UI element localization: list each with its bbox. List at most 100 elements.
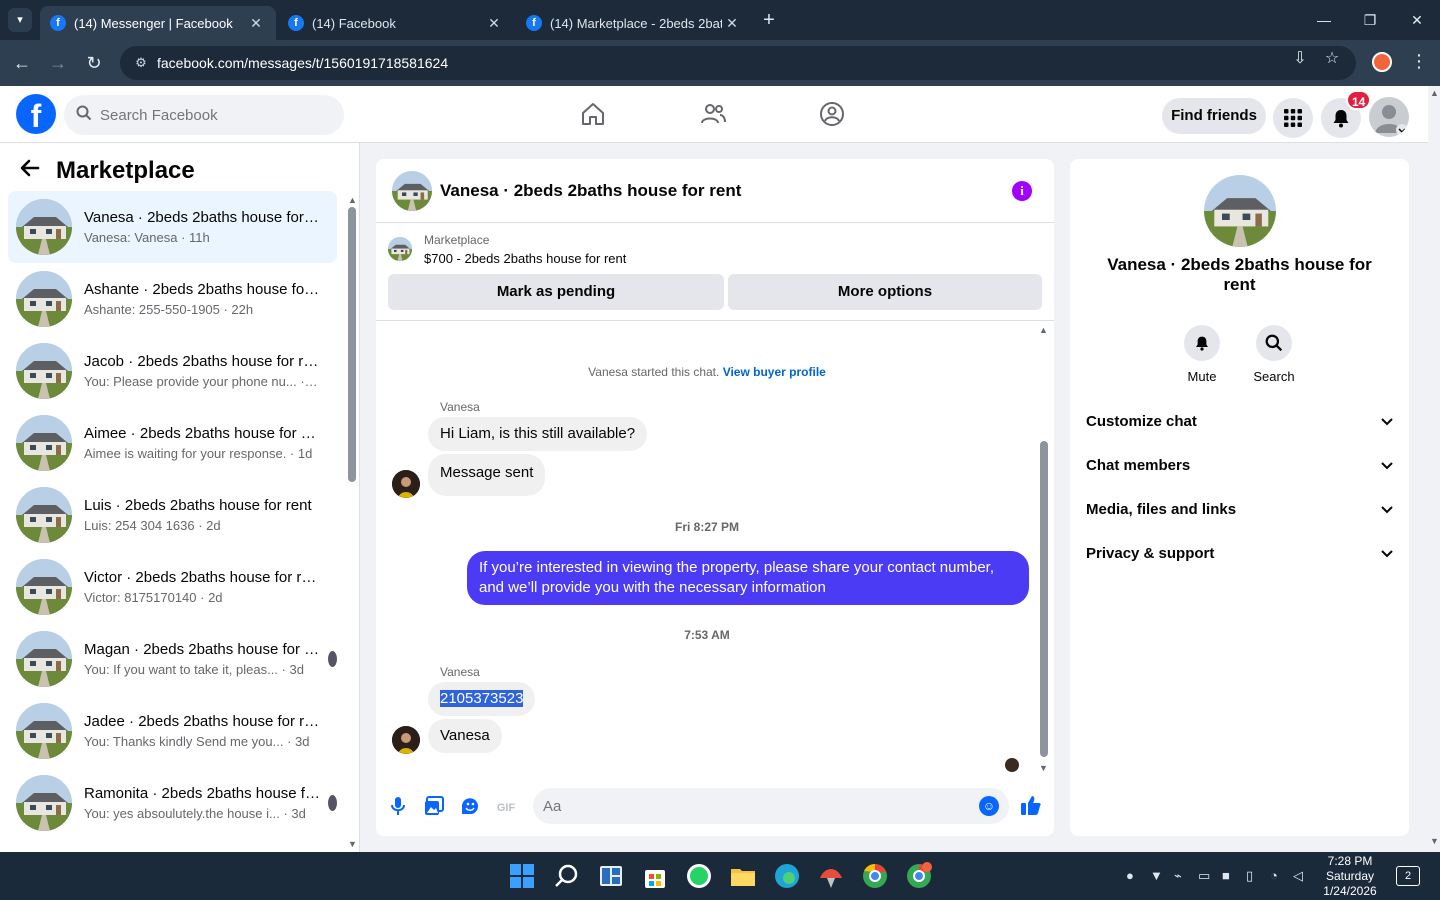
- close-tab-icon[interactable]: ✕: [246, 15, 266, 32]
- find-friends-button[interactable]: Find friends: [1162, 98, 1266, 134]
- sidebar-scroll-down-icon[interactable]: ▼: [348, 839, 357, 849]
- listing-thumbnail: [16, 487, 72, 543]
- search-input[interactable]: [100, 106, 330, 124]
- message-bubble-incoming[interactable]: Hi Liam, is this still available?: [428, 417, 648, 451]
- message-bubble-incoming[interactable]: Vanesa: [428, 719, 502, 753]
- conversation-item[interactable]: Victor · 2beds 2baths house for rent Vict…: [8, 551, 337, 623]
- reload-icon[interactable]: ↻: [82, 51, 106, 75]
- tab-facebook[interactable]: f (14) Facebook ✕: [278, 6, 514, 40]
- sender-avatar[interactable]: [392, 470, 420, 498]
- browser-profile-icon[interactable]: [1372, 52, 1392, 72]
- edge-browser-icon[interactable]: [773, 862, 801, 890]
- microsoft-store-icon[interactable]: [641, 862, 669, 890]
- app-icon[interactable]: [817, 862, 845, 890]
- close-tab-icon[interactable]: ✕: [484, 15, 504, 32]
- chat-scrollbar[interactable]: ▲ ▼: [1039, 325, 1049, 775]
- conversation-item[interactable]: Jacob · 2beds 2baths house for rent You: …: [8, 335, 337, 407]
- windows-start-icon[interactable]: [508, 862, 536, 890]
- tab-title: (14) Messenger | Facebook: [74, 15, 233, 31]
- chrome-profile-icon[interactable]: [905, 862, 933, 890]
- facebook-logo-icon[interactable]: f: [16, 94, 56, 134]
- minimize-icon[interactable]: —: [1301, 8, 1347, 32]
- wifi-icon[interactable]: ◔: [1270, 868, 1278, 883]
- message-bubble-incoming[interactable]: Message sent: [428, 454, 546, 496]
- friends-icon[interactable]: [698, 100, 728, 130]
- tray-app-icon[interactable]: ●: [1126, 868, 1134, 883]
- battery-icon[interactable]: ▯: [1246, 868, 1253, 884]
- sticker-icon[interactable]: [458, 796, 482, 820]
- chat-members-section[interactable]: Chat members: [1086, 453, 1393, 477]
- file-explorer-icon[interactable]: [729, 862, 757, 890]
- chat-details-panel: Vanesa · 2beds 2baths house for rent Mut…: [1070, 159, 1409, 836]
- site-info-icon[interactable]: ⚙: [126, 55, 156, 71]
- conversation-item[interactable]: Jadee · 2beds 2baths house for rent You: …: [8, 695, 337, 767]
- listing-profile-image[interactable]: [1204, 175, 1276, 247]
- whatsapp-icon[interactable]: [685, 862, 713, 890]
- tab-marketplace[interactable]: f (14) Marketplace - 2beds 2baths ✕: [516, 6, 752, 40]
- notification-center-icon[interactable]: 2: [1396, 866, 1420, 886]
- chat-title[interactable]: Vanesa · 2beds 2baths house for rent: [440, 181, 741, 201]
- close-window-icon[interactable]: ✕: [1394, 8, 1440, 32]
- chrome-icon[interactable]: [861, 862, 889, 890]
- browser-menu-icon[interactable]: ⋮: [1410, 51, 1428, 72]
- search-in-chat-button[interactable]: Search: [1244, 325, 1304, 384]
- close-tab-icon[interactable]: ✕: [722, 15, 742, 32]
- tray-app-icon[interactable]: ⌁: [1174, 868, 1182, 884]
- privacy-support-section[interactable]: Privacy & support: [1086, 541, 1393, 565]
- volume-icon[interactable]: ◁: [1293, 868, 1303, 884]
- tray-app-icon[interactable]: ▭: [1198, 868, 1210, 884]
- menu-grid-icon[interactable]: [1273, 98, 1313, 138]
- task-view-icon[interactable]: [597, 862, 625, 890]
- message-input-box[interactable]: ☺: [533, 788, 1009, 824]
- sidebar-scrollbar[interactable]: ▲: [347, 195, 357, 485]
- conversation-item[interactable]: Luis · 2beds 2baths house for rent Luis: …: [8, 479, 337, 551]
- listing-summary[interactable]: Marketplace $700 - 2beds 2baths house fo…: [388, 233, 626, 266]
- address-bar[interactable]: ⚙ facebook.com/messages/t/15601917185816…: [120, 46, 1356, 80]
- sender-avatar[interactable]: [392, 726, 420, 754]
- microphone-icon[interactable]: [386, 796, 410, 820]
- windows-taskbar: ● ▼ ⌁ ▭ ■ ▯ ◔ ◁ 7:28 PM Saturday 1/24/20…: [0, 852, 1440, 900]
- listing-thumbnail[interactable]: [392, 170, 432, 211]
- home-icon[interactable]: [578, 100, 608, 130]
- account-avatar[interactable]: [1369, 97, 1409, 137]
- photo-icon[interactable]: [422, 796, 446, 820]
- page-scrollbar[interactable]: ▲ ▼: [1428, 86, 1440, 852]
- view-buyer-profile-link[interactable]: View buyer profile: [723, 365, 826, 379]
- customize-chat-section[interactable]: Customize chat: [1086, 409, 1393, 433]
- install-app-icon[interactable]: ⇩: [1288, 48, 1312, 68]
- system-clock[interactable]: 7:28 PM Saturday 1/24/2026: [1320, 854, 1380, 899]
- info-icon[interactable]: i: [1012, 181, 1032, 201]
- tray-app-icon[interactable]: ▼: [1150, 868, 1163, 883]
- restore-icon[interactable]: ❐: [1347, 8, 1393, 32]
- search-box[interactable]: [64, 95, 344, 135]
- conversation-item[interactable]: Aimee · 2beds 2baths house for rent Aimee…: [8, 407, 337, 479]
- browser-tab-bar: ▾ f (14) Messenger | Facebook ✕ f (14) F…: [0, 0, 1440, 40]
- tab-messenger[interactable]: f (14) Messenger | Facebook ✕: [40, 6, 276, 40]
- conversation-item[interactable]: Magan · 2beds 2baths house for rent You: …: [8, 623, 337, 695]
- details-title: Vanesa · 2beds 2baths house for rent: [1107, 255, 1372, 294]
- clock-time: 7:28 PM: [1327, 854, 1373, 868]
- mark-as-pending-button[interactable]: Mark as pending: [388, 274, 724, 310]
- mute-button[interactable]: Mute: [1172, 325, 1232, 384]
- conversation-item[interactable]: Vanesa · 2beds 2baths house for rent Vane…: [8, 191, 337, 263]
- chevron-down-icon: [1381, 501, 1393, 517]
- tray-app-icon[interactable]: ■: [1222, 868, 1230, 883]
- message-bubble-outgoing[interactable]: If you’re interested in viewing the prop…: [467, 551, 1029, 605]
- groups-icon[interactable]: [817, 100, 847, 130]
- back-arrow-icon[interactable]: [20, 157, 56, 185]
- gif-icon[interactable]: GIF: [494, 796, 518, 820]
- conversation-item[interactable]: Ashante · 2beds 2baths house for rent Ash…: [8, 263, 337, 335]
- new-tab-icon[interactable]: +: [757, 8, 781, 32]
- taskbar-search-icon[interactable]: [553, 862, 581, 890]
- more-options-button[interactable]: More options: [728, 274, 1042, 310]
- emoji-icon[interactable]: ☺: [979, 796, 999, 816]
- message-input[interactable]: [543, 797, 963, 815]
- media-files-links-section[interactable]: Media, files and links: [1086, 497, 1393, 521]
- like-thumbs-up-icon[interactable]: [1020, 794, 1042, 822]
- bookmark-star-icon[interactable]: ☆: [1320, 48, 1344, 68]
- conversation-item[interactable]: Ramonita · 2beds 2baths house for rent Yo…: [8, 767, 337, 839]
- message-bubble-incoming[interactable]: 2105373523: [428, 682, 536, 716]
- forward-icon[interactable]: →: [46, 51, 70, 75]
- back-icon[interactable]: ←: [10, 51, 34, 75]
- tab-search-icon[interactable]: ▾: [8, 8, 32, 32]
